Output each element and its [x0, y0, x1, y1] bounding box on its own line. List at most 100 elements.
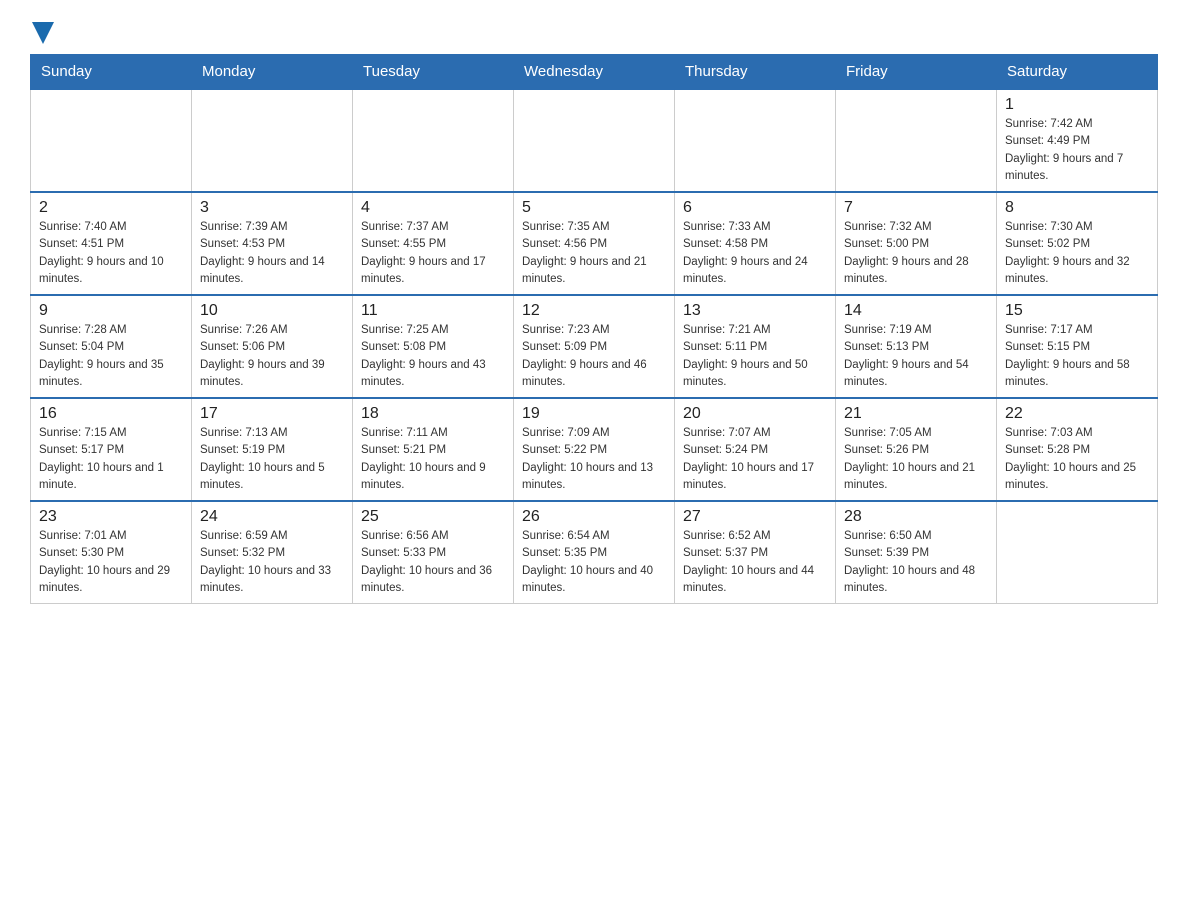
calendar-cell: 12 Sunrise: 7:23 AM Sunset: 5:09 PM Dayli…: [514, 295, 675, 398]
day-number: 2: [39, 199, 183, 217]
day-number: 16: [39, 405, 183, 423]
day-number: 25: [361, 508, 505, 526]
week-row-2: 2 Sunrise: 7:40 AM Sunset: 4:51 PM Daylig…: [31, 192, 1158, 295]
day-info: Sunrise: 7:21 AM Sunset: 5:11 PM Dayligh…: [683, 322, 827, 391]
calendar-cell: 17 Sunrise: 7:13 AM Sunset: 5:19 PM Dayli…: [192, 398, 353, 501]
day-number: 9: [39, 302, 183, 320]
day-info: Sunrise: 6:56 AM Sunset: 5:33 PM Dayligh…: [361, 528, 505, 597]
day-number: 13: [683, 302, 827, 320]
calendar-cell: 16 Sunrise: 7:15 AM Sunset: 5:17 PM Dayli…: [31, 398, 192, 501]
calendar-cell: 25 Sunrise: 6:56 AM Sunset: 5:33 PM Dayli…: [353, 501, 514, 604]
weekday-header-wednesday: Wednesday: [514, 55, 675, 90]
day-number: 17: [200, 405, 344, 423]
calendar-cell: 23 Sunrise: 7:01 AM Sunset: 5:30 PM Dayli…: [31, 501, 192, 604]
day-info: Sunrise: 7:19 AM Sunset: 5:13 PM Dayligh…: [844, 322, 988, 391]
day-info: Sunrise: 7:28 AM Sunset: 5:04 PM Dayligh…: [39, 322, 183, 391]
calendar-cell: 11 Sunrise: 7:25 AM Sunset: 5:08 PM Dayli…: [353, 295, 514, 398]
calendar-cell: 7 Sunrise: 7:32 AM Sunset: 5:00 PM Daylig…: [836, 192, 997, 295]
calendar-cell: 9 Sunrise: 7:28 AM Sunset: 5:04 PM Daylig…: [31, 295, 192, 398]
day-number: 12: [522, 302, 666, 320]
logo-triangle-icon: [32, 22, 54, 44]
calendar-cell: 20 Sunrise: 7:07 AM Sunset: 5:24 PM Dayli…: [675, 398, 836, 501]
day-info: Sunrise: 7:35 AM Sunset: 4:56 PM Dayligh…: [522, 219, 666, 288]
calendar-cell: 26 Sunrise: 6:54 AM Sunset: 5:35 PM Dayli…: [514, 501, 675, 604]
day-number: 23: [39, 508, 183, 526]
day-info: Sunrise: 7:30 AM Sunset: 5:02 PM Dayligh…: [1005, 219, 1149, 288]
calendar-cell: 4 Sunrise: 7:37 AM Sunset: 4:55 PM Daylig…: [353, 192, 514, 295]
day-number: 26: [522, 508, 666, 526]
calendar-cell: 8 Sunrise: 7:30 AM Sunset: 5:02 PM Daylig…: [997, 192, 1158, 295]
day-number: 18: [361, 405, 505, 423]
calendar-cell: [836, 89, 997, 192]
calendar-cell: [675, 89, 836, 192]
day-info: Sunrise: 7:11 AM Sunset: 5:21 PM Dayligh…: [361, 425, 505, 494]
week-row-4: 16 Sunrise: 7:15 AM Sunset: 5:17 PM Dayli…: [31, 398, 1158, 501]
day-info: Sunrise: 7:32 AM Sunset: 5:00 PM Dayligh…: [844, 219, 988, 288]
weekday-header-saturday: Saturday: [997, 55, 1158, 90]
day-number: 19: [522, 405, 666, 423]
day-info: Sunrise: 6:59 AM Sunset: 5:32 PM Dayligh…: [200, 528, 344, 597]
weekday-header-monday: Monday: [192, 55, 353, 90]
calendar-cell: 13 Sunrise: 7:21 AM Sunset: 5:11 PM Dayli…: [675, 295, 836, 398]
day-info: Sunrise: 7:13 AM Sunset: 5:19 PM Dayligh…: [200, 425, 344, 494]
calendar-cell: [192, 89, 353, 192]
page-header: [30, 20, 1158, 44]
day-info: Sunrise: 7:01 AM Sunset: 5:30 PM Dayligh…: [39, 528, 183, 597]
day-info: Sunrise: 7:07 AM Sunset: 5:24 PM Dayligh…: [683, 425, 827, 494]
calendar-cell: 6 Sunrise: 7:33 AM Sunset: 4:58 PM Daylig…: [675, 192, 836, 295]
calendar-cell: [31, 89, 192, 192]
calendar-cell: [353, 89, 514, 192]
day-number: 24: [200, 508, 344, 526]
week-row-1: 1Sunrise: 7:42 AM Sunset: 4:49 PM Daylig…: [31, 89, 1158, 192]
week-row-5: 23 Sunrise: 7:01 AM Sunset: 5:30 PM Dayli…: [31, 501, 1158, 604]
calendar-cell: 22Sunrise: 7:03 AM Sunset: 5:28 PM Dayli…: [997, 398, 1158, 501]
calendar-cell: 27Sunrise: 6:52 AM Sunset: 5:37 PM Dayli…: [675, 501, 836, 604]
weekday-header-sunday: Sunday: [31, 55, 192, 90]
day-info: Sunrise: 7:25 AM Sunset: 5:08 PM Dayligh…: [361, 322, 505, 391]
day-number: 3: [200, 199, 344, 217]
day-number: 10: [200, 302, 344, 320]
day-info: Sunrise: 7:17 AM Sunset: 5:15 PM Dayligh…: [1005, 322, 1149, 391]
weekday-header-row: SundayMondayTuesdayWednesdayThursdayFrid…: [31, 55, 1158, 90]
day-info: Sunrise: 7:40 AM Sunset: 4:51 PM Dayligh…: [39, 219, 183, 288]
calendar-cell: 1Sunrise: 7:42 AM Sunset: 4:49 PM Daylig…: [997, 89, 1158, 192]
calendar-cell: 19 Sunrise: 7:09 AM Sunset: 5:22 PM Dayli…: [514, 398, 675, 501]
day-info: Sunrise: 7:26 AM Sunset: 5:06 PM Dayligh…: [200, 322, 344, 391]
day-info: Sunrise: 7:15 AM Sunset: 5:17 PM Dayligh…: [39, 425, 183, 494]
day-number: 4: [361, 199, 505, 217]
day-number: 8: [1005, 199, 1149, 217]
day-info: Sunrise: 7:33 AM Sunset: 4:58 PM Dayligh…: [683, 219, 827, 288]
day-number: 21: [844, 405, 988, 423]
weekday-header-thursday: Thursday: [675, 55, 836, 90]
calendar-cell: 5 Sunrise: 7:35 AM Sunset: 4:56 PM Daylig…: [514, 192, 675, 295]
day-info: Sunrise: 6:52 AM Sunset: 5:37 PM Dayligh…: [683, 528, 827, 597]
calendar-cell: [514, 89, 675, 192]
day-info: Sunrise: 6:54 AM Sunset: 5:35 PM Dayligh…: [522, 528, 666, 597]
day-number: 7: [844, 199, 988, 217]
day-info: Sunrise: 7:05 AM Sunset: 5:26 PM Dayligh…: [844, 425, 988, 494]
day-number: 5: [522, 199, 666, 217]
weekday-header-tuesday: Tuesday: [353, 55, 514, 90]
day-number: 20: [683, 405, 827, 423]
calendar-cell: 28Sunrise: 6:50 AM Sunset: 5:39 PM Dayli…: [836, 501, 997, 604]
logo: [30, 20, 54, 44]
day-number: 11: [361, 302, 505, 320]
day-info: Sunrise: 7:42 AM Sunset: 4:49 PM Dayligh…: [1005, 116, 1149, 185]
calendar-cell: 21 Sunrise: 7:05 AM Sunset: 5:26 PM Dayli…: [836, 398, 997, 501]
calendar-cell: [997, 501, 1158, 604]
calendar-cell: 10 Sunrise: 7:26 AM Sunset: 5:06 PM Dayli…: [192, 295, 353, 398]
calendar-cell: 15Sunrise: 7:17 AM Sunset: 5:15 PM Dayli…: [997, 295, 1158, 398]
day-info: Sunrise: 7:09 AM Sunset: 5:22 PM Dayligh…: [522, 425, 666, 494]
week-row-3: 9 Sunrise: 7:28 AM Sunset: 5:04 PM Daylig…: [31, 295, 1158, 398]
calendar-cell: 3 Sunrise: 7:39 AM Sunset: 4:53 PM Daylig…: [192, 192, 353, 295]
day-info: Sunrise: 7:03 AM Sunset: 5:28 PM Dayligh…: [1005, 425, 1149, 494]
day-info: Sunrise: 7:37 AM Sunset: 4:55 PM Dayligh…: [361, 219, 505, 288]
weekday-header-friday: Friday: [836, 55, 997, 90]
day-number: 28: [844, 508, 988, 526]
calendar-cell: 18 Sunrise: 7:11 AM Sunset: 5:21 PM Dayli…: [353, 398, 514, 501]
day-info: Sunrise: 7:39 AM Sunset: 4:53 PM Dayligh…: [200, 219, 344, 288]
day-number: 14: [844, 302, 988, 320]
calendar-cell: 14 Sunrise: 7:19 AM Sunset: 5:13 PM Dayli…: [836, 295, 997, 398]
day-number: 6: [683, 199, 827, 217]
day-info: Sunrise: 7:23 AM Sunset: 5:09 PM Dayligh…: [522, 322, 666, 391]
